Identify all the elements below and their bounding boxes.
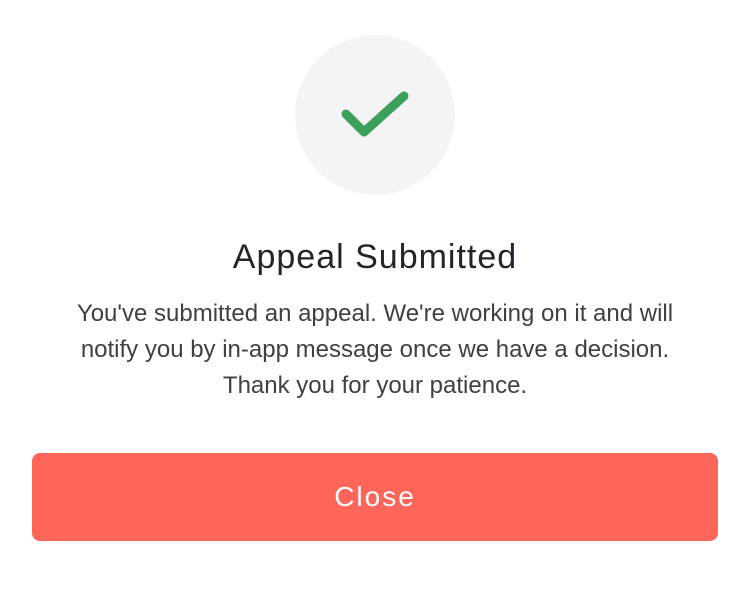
appeal-submitted-dialog: Appeal Submitted You've submitted an app… bbox=[0, 0, 750, 594]
close-button[interactable]: Close bbox=[32, 453, 718, 541]
dialog-message: You've submitted an appeal. We're workin… bbox=[76, 300, 674, 399]
checkmark-icon bbox=[341, 91, 409, 137]
success-badge bbox=[295, 35, 455, 195]
dialog-title: Appeal Submitted bbox=[232, 238, 518, 276]
